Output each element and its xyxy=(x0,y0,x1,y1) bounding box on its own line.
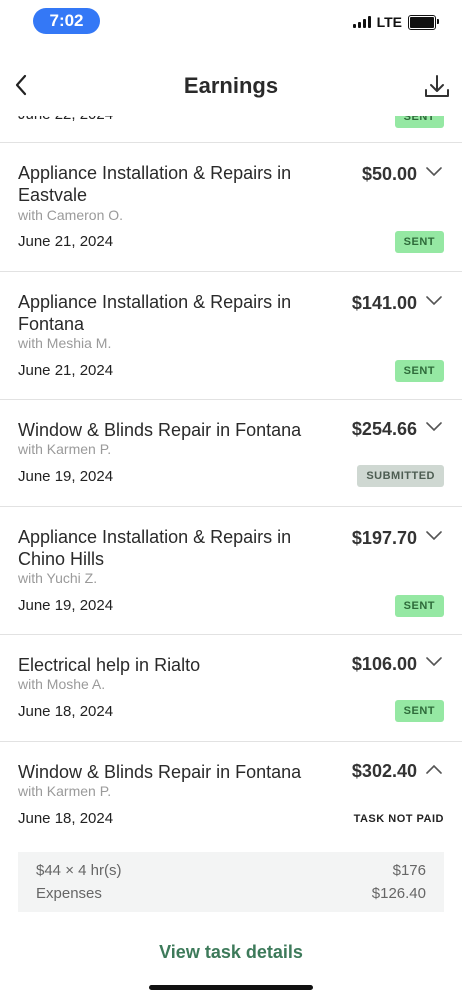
chevron-down-icon[interactable] xyxy=(426,167,442,177)
task-amount: $106.00 xyxy=(351,654,417,674)
list-item[interactable]: Appliance Installation & Repairs in East… xyxy=(0,143,462,272)
expenses-label: Expenses xyxy=(36,885,102,902)
task-amount: $197.70 xyxy=(351,528,417,548)
network-label: LTE xyxy=(376,14,402,30)
status-time: 7:02 xyxy=(33,8,100,34)
task-client: with Meshia M. xyxy=(18,335,112,351)
task-amount: $50.00 xyxy=(361,164,417,184)
status-badge: TASK NOT PAID xyxy=(353,813,444,825)
rate-value: $176 xyxy=(392,862,426,879)
download-button[interactable] xyxy=(422,72,452,102)
task-date: June 21, 2024 xyxy=(18,362,114,379)
task-date: June 21, 2024 xyxy=(18,233,114,250)
task-title: Appliance Installation & Repairs in Chin… xyxy=(18,527,292,569)
status-badge: SENT xyxy=(394,700,444,722)
download-icon xyxy=(425,75,449,97)
task-amount: $302.40 xyxy=(351,761,417,781)
list-item[interactable]: Appliance Installation & Repairs in Font… xyxy=(0,272,462,400)
task-amount: $141.00 xyxy=(351,293,417,313)
rate-row: $44 × 4 hr(s) $176 xyxy=(36,862,426,879)
status-bar: 7:02 LTE xyxy=(0,0,462,46)
chevron-down-icon[interactable] xyxy=(426,657,442,667)
list-item[interactable]: Window & Blinds Repair in Fontana with K… xyxy=(0,742,462,942)
chevron-down-icon[interactable] xyxy=(426,531,442,541)
task-date: June 18, 2024 xyxy=(18,703,114,720)
task-date: June 19, 2024 xyxy=(18,597,114,614)
status-badge: SENT xyxy=(394,231,444,253)
expenses-value: $126.40 xyxy=(371,885,426,902)
task-date: June 18, 2024 xyxy=(18,810,114,827)
task-amount: $254.66 xyxy=(351,419,417,439)
home-indicator[interactable] xyxy=(149,985,313,990)
task-title: Appliance Installation & Repairs in East… xyxy=(18,163,292,205)
expenses-row: Expenses $126.40 xyxy=(36,885,426,902)
signal-icon xyxy=(352,16,371,28)
task-title: Appliance Installation & Repairs in Font… xyxy=(18,292,292,334)
task-client: with Yuchi Z. xyxy=(18,570,98,586)
task-client: with Moshe A. xyxy=(18,676,106,692)
status-badge: SENT xyxy=(394,360,444,382)
task-title: Electrical help in Rialto xyxy=(18,655,201,675)
task-client: with Karmen P. xyxy=(18,441,112,457)
earnings-list: June 22, 2024 SENT Appliance Installatio… xyxy=(0,100,462,942)
task-title: Window & Blinds Repair in Fontana xyxy=(18,762,302,782)
list-item[interactable]: Appliance Installation & Repairs in Chin… xyxy=(0,507,462,635)
task-title: Window & Blinds Repair in Fontana xyxy=(18,420,302,440)
page-title: Earnings xyxy=(183,73,279,98)
list-item[interactable]: Window & Blinds Repair in Fontana with K… xyxy=(0,400,462,507)
task-client: with Cameron O. xyxy=(18,207,124,223)
status-badge: SENT xyxy=(394,595,444,617)
task-date: June 19, 2024 xyxy=(18,468,114,485)
battery-icon xyxy=(408,14,439,30)
rate-label: $44 × 4 hr(s) xyxy=(36,862,122,879)
chevron-up-icon[interactable] xyxy=(426,764,442,774)
chevron-down-icon[interactable] xyxy=(426,296,442,306)
task-client: with Karmen P. xyxy=(18,783,112,799)
earnings-breakdown: $44 × 4 hr(s) $176 Expenses $126.40 xyxy=(18,852,444,912)
view-task-details-link[interactable]: View task details xyxy=(0,942,462,963)
status-indicators: LTE xyxy=(352,14,439,30)
list-item[interactable]: Electrical help in Rialto with Moshe A. … xyxy=(0,635,462,742)
status-badge: SUBMITTED xyxy=(357,465,444,487)
chevron-down-icon[interactable] xyxy=(426,422,442,432)
nav-bar: Earnings xyxy=(0,56,462,116)
